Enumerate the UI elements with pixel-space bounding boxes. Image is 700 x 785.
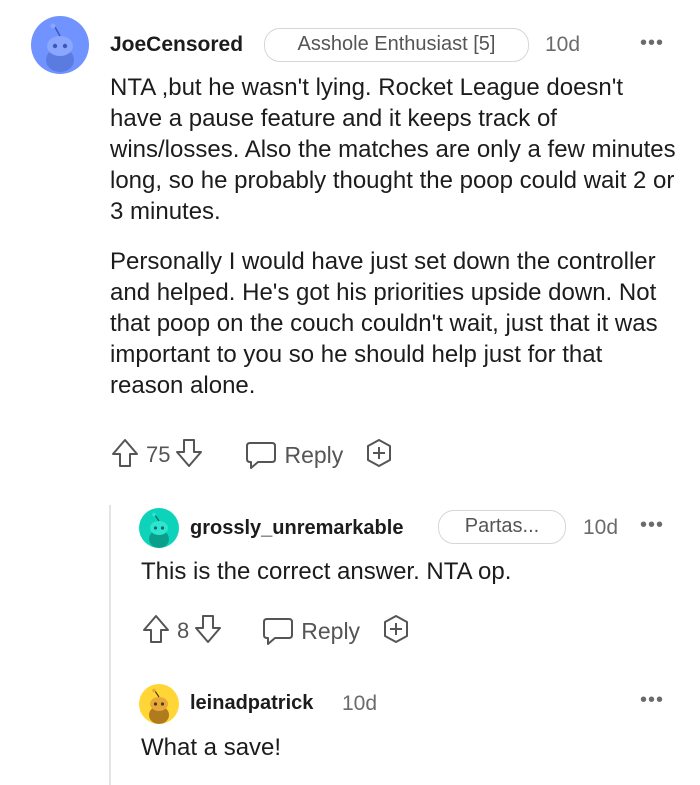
snoo-icon (149, 512, 169, 548)
upvote-icon[interactable] (141, 613, 171, 650)
comment-actions: 75 Reply (110, 438, 395, 472)
downvote-icon[interactable] (193, 613, 223, 650)
upvote-icon[interactable] (110, 437, 140, 474)
comment-body: This is the correct answer. NTA op. (141, 556, 671, 587)
comment-bubble-icon (263, 618, 294, 645)
comment-age: 10d (545, 33, 581, 56)
avatar[interactable] (139, 508, 179, 548)
more-options-icon[interactable]: ••• (640, 515, 664, 535)
thread-line (109, 505, 111, 785)
comment-body: What a save! (141, 732, 671, 763)
vote-count: 75 (146, 442, 171, 467)
username[interactable]: leinadpatrick (190, 692, 313, 715)
award-icon[interactable] (380, 613, 412, 650)
comment-paragraph: Personally I would have just set down th… (110, 248, 658, 399)
downvote-icon[interactable] (174, 437, 204, 474)
username[interactable]: grossly_unremarkable (190, 517, 403, 540)
comment-paragraph: What a save! (141, 734, 282, 761)
reply-label: Reply (284, 441, 344, 468)
reply-button[interactable]: Reply (261, 616, 360, 646)
more-options-icon[interactable]: ••• (640, 690, 664, 710)
comment-age: 10d (342, 692, 378, 715)
comment-paragraph: NTA ,but he wasn't lying. Rocket League … (110, 74, 676, 225)
avatar[interactable] (31, 16, 89, 74)
username[interactable]: JoeCensored (110, 33, 243, 57)
comment-body: NTA ,but he wasn't lying. Rocket League … (110, 72, 680, 401)
comment-bubble-icon (246, 442, 277, 469)
snoo-icon (46, 23, 74, 72)
snoo-icon (149, 688, 169, 724)
reply-label: Reply (301, 617, 361, 644)
award-icon[interactable] (363, 437, 395, 474)
comment-actions: 8 Reply (141, 614, 412, 648)
user-flair: Asshole Enthusiast [5] (264, 28, 529, 62)
more-options-icon[interactable]: ••• (640, 33, 664, 53)
reply-button[interactable]: Reply (244, 440, 343, 470)
comment-age: 10d (583, 516, 619, 539)
user-flair: Partas... (438, 510, 566, 544)
vote-count: 8 (177, 618, 190, 643)
comment-paragraph: This is the correct answer. NTA op. (141, 558, 512, 585)
avatar[interactable] (139, 684, 179, 724)
